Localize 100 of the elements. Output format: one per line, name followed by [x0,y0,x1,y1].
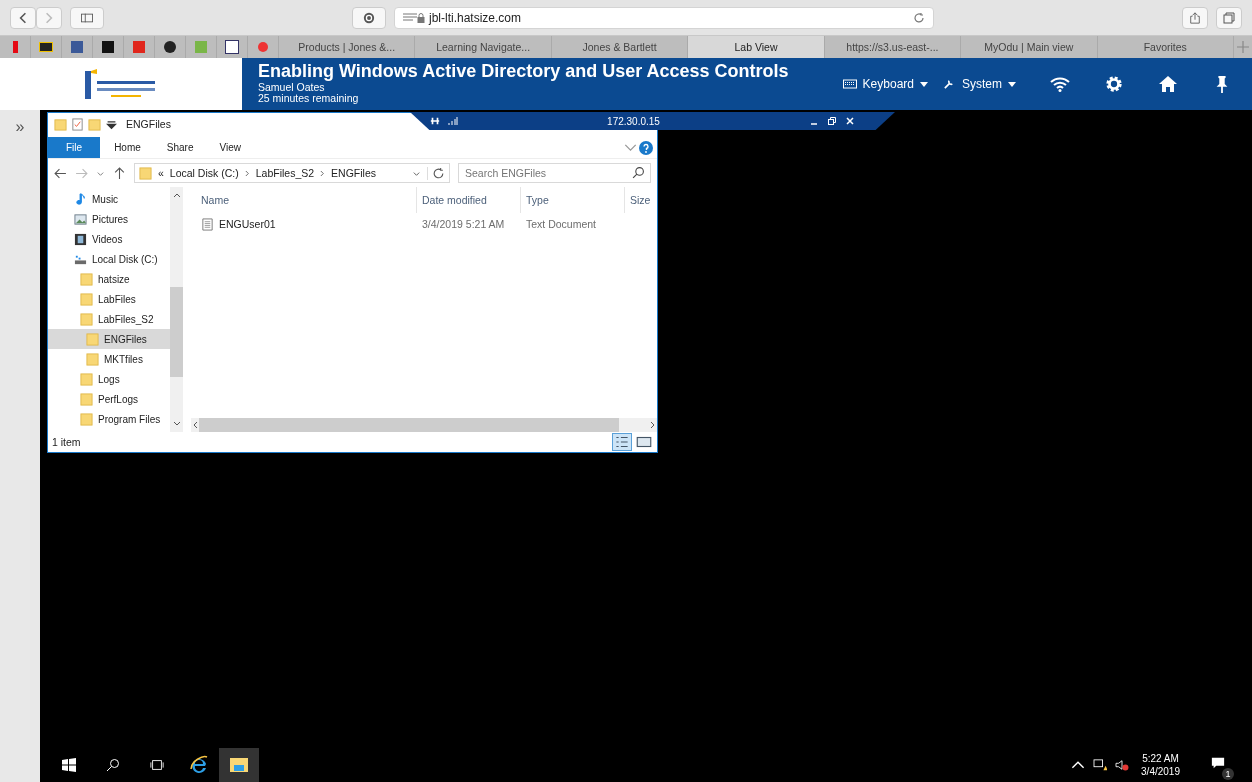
expand-sidebar-button[interactable]: » [15,118,25,136]
reader-icon [403,12,417,23]
nav-item[interactable]: Videos [48,229,170,249]
chevron-up-icon[interactable] [172,191,181,199]
breadcrumb-item[interactable]: LabFiles_S2 [255,167,315,179]
nav-item[interactable]: Pictures [48,209,170,229]
keyboard-menu[interactable]: Keyboard [842,77,928,91]
ribbon-tab[interactable]: File [48,137,101,158]
user-name: Samuel Oates [257,82,326,93]
nav-item[interactable]: Music [48,189,170,209]
help-icon[interactable] [639,140,653,155]
chevron-right-icon [43,11,55,24]
folder-icon [86,332,99,346]
folder-icon [54,117,67,131]
lock-icon [417,12,425,23]
extension-button[interactable] [352,6,386,29]
file-type: Text Document [525,218,598,230]
chevron-right-icon [244,169,250,177]
folder-icon [80,372,93,386]
nav-item[interactable]: LabFiles_S2 [48,309,170,329]
network-warning-icon[interactable] [1093,759,1108,771]
file-date: 3/4/2019 5:21 AM [421,218,506,230]
speaker-muted-icon[interactable] [1115,759,1130,771]
search-icon[interactable] [106,758,120,772]
back-arrow-icon[interactable] [54,166,67,180]
lab-title: Enabling Windows Active Directory and User Access Controls [257,61,789,82]
caret-icon [920,81,928,87]
caret-icon [1008,81,1016,87]
folder-icon [80,312,93,326]
window-title: ENGFiles [126,118,171,130]
ribbon-tab[interactable]: Share [154,137,206,158]
chevron-up-icon[interactable] [1071,759,1086,771]
ribbon-tab[interactable]: Home [102,137,153,158]
folder-icon [80,412,93,426]
column-header[interactable]: Size [625,187,651,213]
signal-icon [448,116,458,126]
nav-item[interactable]: ENGFiles [48,329,170,349]
settings-icon[interactable] [1104,75,1124,93]
nav-item[interactable]: LabFiles [48,289,170,309]
chevron-down-icon[interactable] [172,420,181,428]
folder-icon [139,166,152,180]
item-count: 1 item [52,436,81,448]
breadcrumb-item[interactable]: ENGFiles [331,167,376,179]
share-button[interactable] [1182,6,1208,29]
nav-item[interactable]: Program Files [48,409,170,429]
task-view-icon[interactable] [150,758,164,772]
folder-icon [80,292,93,306]
system-menu[interactable]: System [942,77,1016,91]
nav-item[interactable]: Local Disk (C:) [48,249,170,269]
chevron-left-icon [17,11,29,24]
ribbon-tab[interactable]: View [207,137,253,158]
taskbar-button[interactable] [219,748,259,782]
music-note-icon [74,192,87,206]
time-remaining: 25 minutes remaining [257,93,360,104]
folder-icon [80,392,93,406]
column-header[interactable]: Name [191,187,417,213]
film-icon [74,232,87,246]
details-view-icon[interactable] [613,434,631,450]
keyboard-icon [842,79,857,89]
picture-icon [74,212,87,226]
browser-e-icon[interactable] [189,755,209,775]
up-arrow-icon[interactable] [113,166,126,180]
chevron-right-icon[interactable] [649,421,657,429]
search-field[interactable]: Search ENGFiles [458,163,651,183]
tabs-icon [1223,11,1235,24]
refresh-icon[interactable] [427,166,445,180]
column-header[interactable]: Type [521,187,625,213]
text-file-icon [201,217,214,231]
folder-icon [86,352,99,366]
chevron-right-icon [320,169,326,177]
thumbnails-view-icon[interactable] [635,434,653,450]
breadcrumb-item[interactable]: Local Disk (C:) [169,167,239,179]
share-icon [1189,11,1201,24]
notification-count: 1 [1222,768,1234,780]
sidebar-button[interactable] [70,6,104,29]
chevron-left-icon[interactable] [191,421,199,429]
address-bar[interactable]: jbl-lti.hatsize.com [394,6,934,29]
address-field[interactable]: « Local Disk (C:) LabFiles_S2 ENGFiles [134,163,450,183]
nav-item[interactable]: PerfLogs [48,389,170,409]
folder-icon [229,755,249,775]
browser-tab[interactable]: Lab View [688,36,825,58]
close-icon[interactable] [845,116,855,126]
clock[interactable]: 5:22 AM 3/4/2019 [1141,753,1180,777]
restore-icon[interactable] [827,116,837,126]
back-button[interactable] [10,6,36,29]
vertical-scrollbar[interactable] [170,187,183,432]
reload-icon[interactable] [913,11,925,24]
notification-icon[interactable] [1211,756,1225,770]
column-header[interactable]: Date modified [417,187,521,213]
start-icon[interactable] [62,758,76,772]
wifi-icon[interactable] [1050,75,1070,93]
horizontal-scrollbar[interactable] [191,418,657,432]
nav-item[interactable]: Logs [48,369,170,389]
extension-icon [363,11,375,24]
nav-item[interactable]: MKTfiles [48,349,170,369]
nav-item[interactable]: hatsize [48,269,170,289]
breadcrumb-overflow[interactable]: « [158,167,164,179]
wrench-icon [942,79,956,89]
file-name[interactable]: ENGUser01 [219,218,276,230]
home-icon[interactable] [1158,75,1178,93]
